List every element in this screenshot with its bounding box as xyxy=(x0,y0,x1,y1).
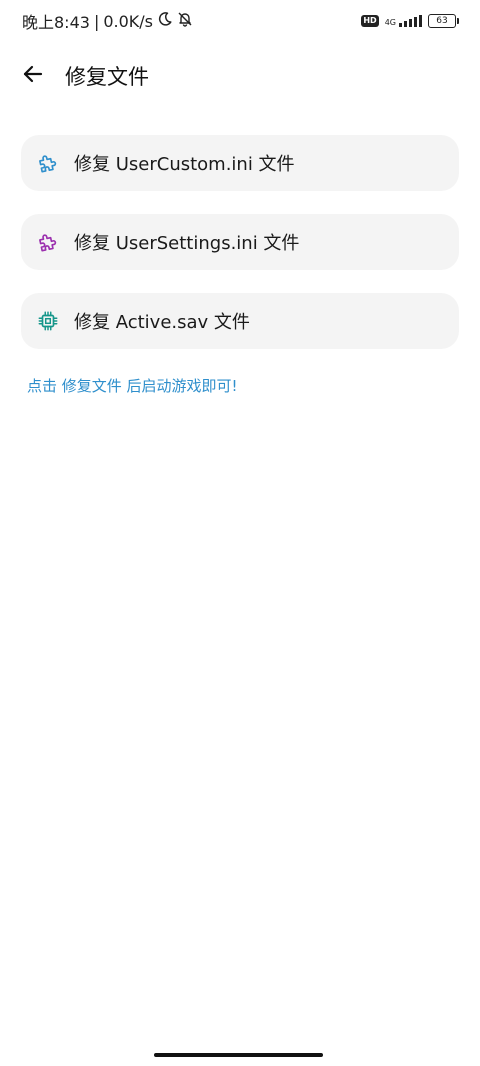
hint-text: 点击 修复文件 后启动游戏即可! xyxy=(27,377,238,395)
signal-icon: 4G xyxy=(385,15,422,27)
hd-badge: HD xyxy=(361,15,379,27)
back-button[interactable] xyxy=(9,52,57,100)
fix-active-sav-button[interactable]: 修复 Active.sav 文件 xyxy=(21,293,459,349)
page-title: 修复文件 xyxy=(65,65,149,89)
home-indicator[interactable] xyxy=(154,1053,323,1057)
puzzle-icon xyxy=(36,230,60,254)
fix-active-sav-label: 修复 Active.sav 文件 xyxy=(74,312,250,333)
status-right: HD 4G 63 xyxy=(361,14,459,28)
fix-usercustom-label: 修复 UserCustom.ini 文件 xyxy=(74,154,295,175)
app-bar: 修复文件 xyxy=(0,52,480,100)
fix-usersettings-label: 修复 UserSettings.ini 文件 xyxy=(74,233,300,254)
fix-usersettings-button[interactable]: 修复 UserSettings.ini 文件 xyxy=(21,214,459,270)
bell-off-icon xyxy=(177,11,193,31)
fix-options-list: 修复 UserCustom.ini 文件 修复 UserSettings.ini… xyxy=(21,135,459,372)
battery-icon: 63 xyxy=(428,14,459,28)
status-bar: 晚上8:43 | 0.0K/s HD 4G 63 xyxy=(0,0,480,42)
status-left: 晚上8:43 | 0.0K/s xyxy=(22,9,193,33)
arrow-left-icon xyxy=(21,62,45,90)
chip-icon xyxy=(36,309,60,333)
status-separator: | xyxy=(93,11,100,31)
moon-icon xyxy=(157,11,173,31)
status-time: 晚上8:43 xyxy=(22,13,90,32)
fix-usercustom-button[interactable]: 修复 UserCustom.ini 文件 xyxy=(21,135,459,191)
network-speed: 0.0K/s xyxy=(103,11,153,31)
network-type: 4G xyxy=(384,18,396,27)
puzzle-icon xyxy=(36,151,60,175)
